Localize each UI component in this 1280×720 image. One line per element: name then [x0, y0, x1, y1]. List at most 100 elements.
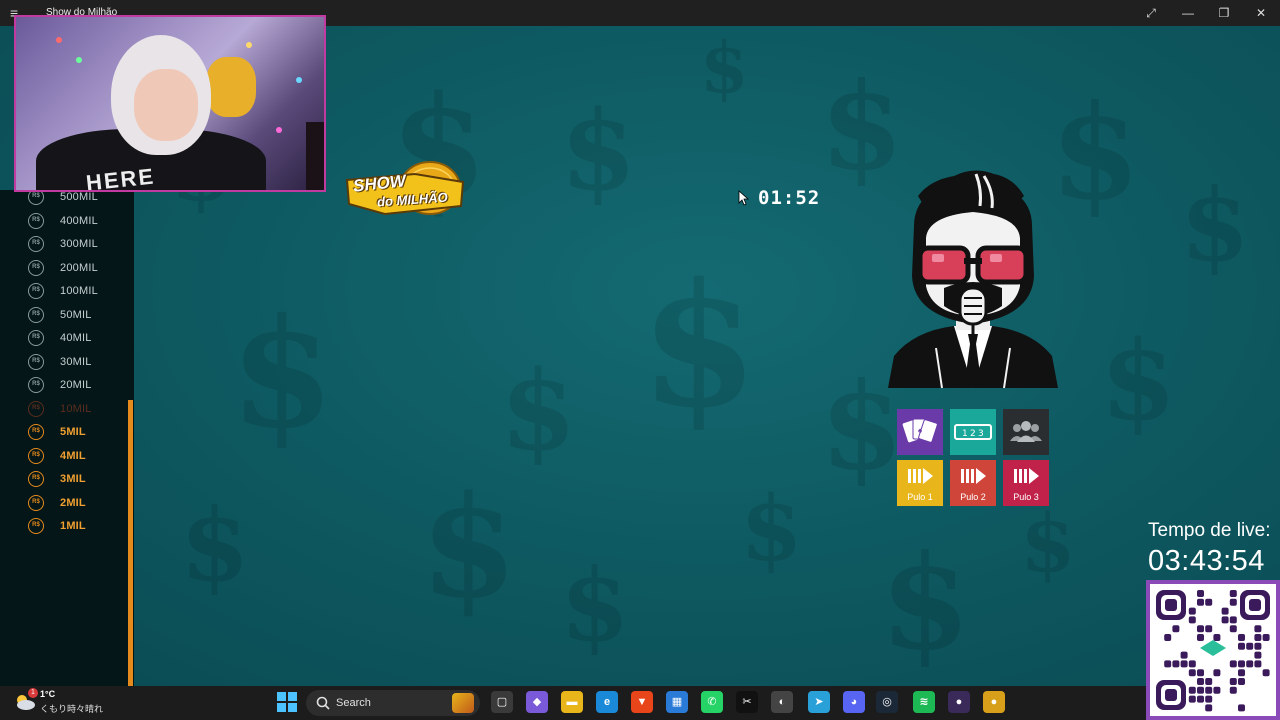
prize-amount: 50MIL	[60, 308, 92, 321]
coin-icon: R$	[28, 424, 44, 440]
lifeline-pulo3-button[interactable]: Pulo 3	[1003, 460, 1049, 506]
skip-icon	[961, 468, 986, 484]
whatsapp-icon[interactable]: ✆	[701, 691, 723, 713]
prize-ladder-item: R$ 4MIL	[28, 447, 128, 466]
dollar-pattern: $	[500, 346, 577, 475]
plush-toy	[206, 57, 256, 117]
brave-icon[interactable]: ▼	[631, 691, 653, 713]
screen: ≡ Show do Milhão ⤢ — ❐ ✕ $ $ $ $ $ $ $ $…	[0, 0, 1280, 720]
streamer-face	[134, 69, 198, 141]
steam-icon[interactable]: ◎	[876, 691, 898, 713]
prize-ladder-item: R$ 2MIL	[28, 494, 128, 513]
lifeline-pulo1-button[interactable]: Pulo 1	[897, 460, 943, 506]
coin-icon: R$	[28, 400, 44, 417]
coin-icon: R$	[28, 236, 44, 252]
coin-icon: R$	[28, 377, 44, 393]
windows-start-icon[interactable]	[277, 692, 297, 712]
dollar-pattern: $	[1020, 496, 1076, 590]
dollar-pattern: $	[560, 86, 637, 215]
coin-icon: R$	[28, 494, 44, 511]
capcut-icon[interactable]: ✂	[736, 691, 758, 713]
prize-amount: 30MIL	[60, 355, 92, 368]
lifeline-audience-button[interactable]	[1003, 409, 1049, 455]
placards-icon: 1 2 3	[954, 424, 992, 440]
spotify-icon[interactable]: ≋	[913, 691, 935, 713]
prize-amount: 4MIL	[60, 449, 86, 462]
cards-icon: ♠	[902, 418, 938, 443]
file-explorer-icon[interactable]: ▬	[561, 691, 583, 713]
prize-ladder-item: R$ 400MIL	[28, 212, 128, 231]
prize-ladder-item: R$ 5MIL	[28, 424, 128, 442]
coin-icon: R$	[28, 212, 44, 229]
decor-light	[276, 127, 282, 133]
edge-icon[interactable]: e	[596, 691, 618, 713]
prize-ladder-item: R$ 30MIL	[28, 353, 128, 372]
search-label: Search	[336, 697, 371, 709]
coin-icon: R$	[28, 330, 44, 346]
prize-ladder-item: R$ 40MIL	[28, 330, 128, 348]
decor-light	[76, 57, 82, 63]
live-time-value: 03:43:54	[1148, 545, 1265, 577]
skip-icon	[908, 468, 933, 484]
dollar-pattern: $	[420, 466, 518, 630]
svg-text:2: 2	[970, 429, 976, 439]
close-icon[interactable]: ✕	[1243, 0, 1279, 26]
taskbar: 1 1°C くもり時々晴れ Search ▢ ◆ ▬ e ▼ ▦ ✆ ✂ ◐ ➤ ◕ ◎ ≋ ● ●	[0, 686, 1146, 720]
minimize-icon[interactable]: —	[1170, 0, 1206, 26]
expand-icon[interactable]: ⤢	[1133, 0, 1169, 26]
mouse-cursor-icon	[738, 190, 750, 206]
microphone	[306, 122, 324, 190]
dollar-pattern: $	[560, 546, 630, 664]
search-highlight-icon	[452, 693, 474, 713]
lifeline-placards-button[interactable]: 1 2 3	[950, 409, 996, 455]
prize-ladder-item: R$ 300MIL	[28, 236, 128, 254]
dollar-pattern: $	[740, 476, 803, 582]
telegram-icon[interactable]: ➤	[808, 691, 830, 713]
prize-amount: 400MIL	[60, 214, 98, 227]
coin-icon: R$	[28, 471, 44, 487]
coin-icon: R$	[28, 518, 44, 534]
prize-ladder-item: R$ 200MIL	[28, 259, 128, 278]
app-icon[interactable]: ◐	[771, 691, 793, 713]
weather-description: くもり時々晴れ	[40, 704, 104, 714]
decor-light	[56, 37, 62, 43]
prize-ladder-item: R$ 10MIL	[28, 400, 128, 419]
prize-ladder-item: R$ 1MIL	[28, 518, 128, 536]
prize-amount: 20MIL	[60, 379, 92, 391]
coin-icon: R$	[28, 447, 44, 464]
taskbar-search[interactable]: Search	[306, 690, 480, 716]
prize-ladder-item: R$ 3MIL	[28, 471, 128, 489]
dollar-pattern: $	[1100, 316, 1177, 445]
dollar-pattern: $	[180, 486, 250, 604]
lifeline-pulo2-button[interactable]: Pulo 2	[950, 460, 996, 506]
obs-icon[interactable]: ●	[948, 691, 970, 713]
discord-icon[interactable]: ◕	[843, 691, 865, 713]
active-app-icon[interactable]: ●	[983, 691, 1005, 713]
decor-light	[296, 77, 302, 83]
skip-icon	[1014, 468, 1039, 484]
lifeline-cards-button[interactable]: ♠	[897, 409, 943, 455]
coin-icon: R$	[28, 306, 44, 323]
task-view-icon[interactable]: ▢	[491, 691, 513, 713]
prize-amount: 5MIL	[60, 426, 86, 438]
audience-icon	[1010, 421, 1042, 442]
dollar-pattern: $	[640, 246, 759, 446]
webcam-overlay: HERE	[14, 15, 326, 192]
prize-amount: 100MIL	[60, 285, 98, 297]
prize-amount: 300MIL	[60, 238, 98, 250]
search-icon	[316, 696, 330, 710]
prize-amount: 200MIL	[60, 261, 98, 274]
prize-ladder-item: R$ 100MIL	[28, 283, 128, 301]
pulo1-label: Pulo 1	[907, 492, 933, 502]
maximize-icon[interactable]: ❐	[1206, 0, 1242, 26]
prize-ladder-item: R$ 50MIL	[28, 306, 128, 325]
store-icon[interactable]: ▦	[666, 691, 688, 713]
show-do-milhao-logo: SHOW do MILHÃO	[345, 160, 467, 222]
copilot-icon[interactable]: ◆	[526, 691, 548, 713]
coin-icon: R$	[28, 259, 44, 276]
prize-amount: 500MIL	[60, 191, 98, 203]
host-avatar	[888, 170, 1058, 388]
coin-icon: R$	[28, 283, 44, 299]
dollar-pattern: $	[880, 526, 971, 679]
coin-icon: R$	[28, 353, 44, 370]
